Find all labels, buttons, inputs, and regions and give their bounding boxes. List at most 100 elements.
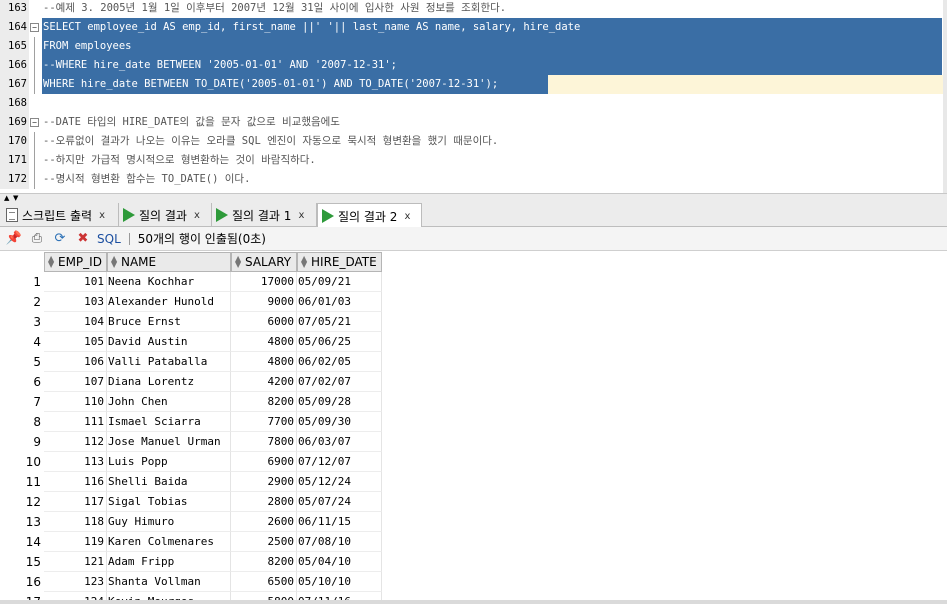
- cell-name[interactable]: Luis Popp: [107, 452, 231, 472]
- cell-emp-id[interactable]: 111: [44, 412, 107, 432]
- cell-name[interactable]: Alexander Hunold: [107, 292, 231, 312]
- table-row[interactable]: 15 121 Adam Fripp 8200 05/04/10: [0, 552, 383, 572]
- cell-salary[interactable]: 7700: [231, 412, 297, 432]
- cell-salary[interactable]: 2800: [231, 492, 297, 512]
- table-row[interactable]: 4 105 David Austin 4800 05/06/25: [0, 332, 383, 352]
- cell-emp-id[interactable]: 105: [44, 332, 107, 352]
- cell-name[interactable]: Sigal Tobias: [107, 492, 231, 512]
- cell-salary[interactable]: 2600: [231, 512, 297, 532]
- delete-icon[interactable]: ✖: [74, 230, 92, 248]
- cell-hire-date[interactable]: 05/06/25: [297, 332, 382, 352]
- result-grid[interactable]: ▲ ▼ EMP_ID ▲ ▼ NAME ▲ ▼ SALARY ▲ ▼ HIRE_DATE…: [0, 251, 947, 600]
- cell-hire-date[interactable]: 07/11/16: [297, 592, 382, 600]
- cell-emp-id[interactable]: 119: [44, 532, 107, 552]
- cell-name[interactable]: Neena Kochhar: [107, 272, 231, 292]
- cell-salary[interactable]: 2500: [231, 532, 297, 552]
- table-row[interactable]: 3 104 Bruce Ernst 6000 07/05/21: [0, 312, 383, 332]
- pane-splitter[interactable]: ▲ ▼: [0, 193, 947, 202]
- cell-name[interactable]: Adam Fripp: [107, 552, 231, 572]
- table-row[interactable]: 17124Kevin Mourgos580007/11/16: [0, 592, 383, 600]
- horizontal-scrollbar[interactable]: [0, 600, 947, 604]
- close-icon[interactable]: x: [99, 210, 105, 221]
- close-icon[interactable]: x: [404, 211, 410, 222]
- fold-toggle-icon[interactable]: −: [30, 23, 39, 32]
- cell-name[interactable]: Shelli Baida: [107, 472, 231, 492]
- editor-line[interactable]: 164 − SELECT employee_id AS emp_id, firs…: [0, 18, 947, 37]
- cell-emp-id[interactable]: 121: [44, 552, 107, 572]
- cell-salary[interactable]: 6000: [231, 312, 297, 332]
- cell-name[interactable]: John Chen: [107, 392, 231, 412]
- editor-line[interactable]: 168: [0, 94, 947, 113]
- cell-hire-date[interactable]: 07/12/07: [297, 452, 382, 472]
- cell-name[interactable]: Jose Manuel Urman: [107, 432, 231, 452]
- editor-line[interactable]: 163 --예제 3. 2005년 1월 1일 이후부터 2007년 12월 3…: [0, 0, 947, 18]
- cell-emp-id[interactable]: 116: [44, 472, 107, 492]
- cell-hire-date[interactable]: 05/04/10: [297, 552, 382, 572]
- table-row[interactable]: 14 119 Karen Colmenares 2500 07/08/10: [0, 532, 383, 552]
- column-header-salary[interactable]: ▲ ▼ SALARY: [231, 252, 297, 272]
- table-row[interactable]: 1 101 Neena Kochhar 17000 05/09/21: [0, 272, 383, 292]
- table-row[interactable]: 2 103 Alexander Hunold 9000 06/01/03: [0, 292, 383, 312]
- cell-name[interactable]: Diana Lorentz: [107, 372, 231, 392]
- table-row[interactable]: 16 123 Shanta Vollman 6500 05/10/10: [0, 572, 383, 592]
- cell-emp-id[interactable]: 112: [44, 432, 107, 452]
- cell-name[interactable]: Valli Pataballa: [107, 352, 231, 372]
- cell-emp-id[interactable]: 113: [44, 452, 107, 472]
- table-row[interactable]: 11 116 Shelli Baida 2900 05/12/24: [0, 472, 383, 492]
- column-header-hire-date[interactable]: ▲ ▼ HIRE_DATE: [297, 252, 382, 272]
- cell-name[interactable]: Ismael Sciarra: [107, 412, 231, 432]
- column-header-emp-id[interactable]: ▲ ▼ EMP_ID: [44, 252, 107, 272]
- cell-hire-date[interactable]: 07/02/07: [297, 372, 382, 392]
- cell-hire-date[interactable]: 05/10/10: [297, 572, 382, 592]
- cell-emp-id[interactable]: 117: [44, 492, 107, 512]
- cell-emp-id[interactable]: 118: [44, 512, 107, 532]
- cell-salary[interactable]: 6500: [231, 572, 297, 592]
- sql-button[interactable]: SQL: [97, 232, 121, 246]
- cell-hire-date[interactable]: 06/03/07: [297, 432, 382, 452]
- tab-query-result[interactable]: 질의 결과 x: [119, 203, 212, 227]
- table-row[interactable]: 10 113 Luis Popp 6900 07/12/07: [0, 452, 383, 472]
- editor-line[interactable]: 170 --오류없이 결과가 나오는 이유는 오라클 SQL 엔진이 자동으로 …: [0, 132, 947, 151]
- cell-hire-date[interactable]: 07/08/10: [297, 532, 382, 552]
- cell-name[interactable]: Kevin Mourgos: [107, 592, 231, 600]
- close-icon[interactable]: x: [298, 210, 304, 221]
- cell-emp-id[interactable]: 107: [44, 372, 107, 392]
- cell-name[interactable]: Guy Himuro: [107, 512, 231, 532]
- cell-emp-id[interactable]: 123: [44, 572, 107, 592]
- cell-hire-date[interactable]: 05/09/30: [297, 412, 382, 432]
- refresh-icon[interactable]: ⟳: [51, 230, 69, 248]
- column-header-name[interactable]: ▲ ▼ NAME: [107, 252, 231, 272]
- cell-name[interactable]: Bruce Ernst: [107, 312, 231, 332]
- cell-name[interactable]: David Austin: [107, 332, 231, 352]
- tab-query-result-1[interactable]: 질의 결과 1 x: [212, 203, 317, 227]
- cell-emp-id[interactable]: 103: [44, 292, 107, 312]
- cell-name[interactable]: Karen Colmenares: [107, 532, 231, 552]
- cell-salary[interactable]: 6900: [231, 452, 297, 472]
- cell-emp-id[interactable]: 124: [44, 592, 107, 600]
- cell-hire-date[interactable]: 05/09/28: [297, 392, 382, 412]
- editor-scrollbar[interactable]: [943, 0, 947, 193]
- cell-emp-id[interactable]: 104: [44, 312, 107, 332]
- table-row[interactable]: 7 110 John Chen 8200 05/09/28: [0, 392, 383, 412]
- cell-hire-date[interactable]: 06/01/03: [297, 292, 382, 312]
- cell-salary[interactable]: 9000: [231, 292, 297, 312]
- cell-salary[interactable]: 4800: [231, 352, 297, 372]
- table-row[interactable]: 5 106 Valli Pataballa 4800 06/02/05: [0, 352, 383, 372]
- editor-line[interactable]: 166 --WHERE hire_date BETWEEN '2005-01-0…: [0, 56, 947, 75]
- editor-line[interactable]: 171 --하지만 가급적 명시적으로 형변환하는 것이 바람직하다.: [0, 151, 947, 170]
- cell-hire-date[interactable]: 06/11/15: [297, 512, 382, 532]
- cell-emp-id[interactable]: 110: [44, 392, 107, 412]
- sql-editor[interactable]: 163 --예제 3. 2005년 1월 1일 이후부터 2007년 12월 3…: [0, 0, 947, 193]
- table-row[interactable]: 12 117 Sigal Tobias 2800 05/07/24: [0, 492, 383, 512]
- cell-emp-id[interactable]: 106: [44, 352, 107, 372]
- editor-line[interactable]: 172 --명시적 형변환 함수는 TO_DATE() 이다.: [0, 170, 947, 189]
- cell-salary[interactable]: 4800: [231, 332, 297, 352]
- cell-salary[interactable]: 4200: [231, 372, 297, 392]
- table-row[interactable]: 9 112 Jose Manuel Urman 7800 06/03/07: [0, 432, 383, 452]
- editor-line[interactable]: 165 FROM employees: [0, 37, 947, 56]
- pin-icon[interactable]: 📌: [5, 230, 23, 248]
- table-row[interactable]: 13 118 Guy Himuro 2600 06/11/15: [0, 512, 383, 532]
- cell-hire-date[interactable]: 05/07/24: [297, 492, 382, 512]
- cell-salary[interactable]: 2900: [231, 472, 297, 492]
- cell-hire-date[interactable]: 07/05/21: [297, 312, 382, 332]
